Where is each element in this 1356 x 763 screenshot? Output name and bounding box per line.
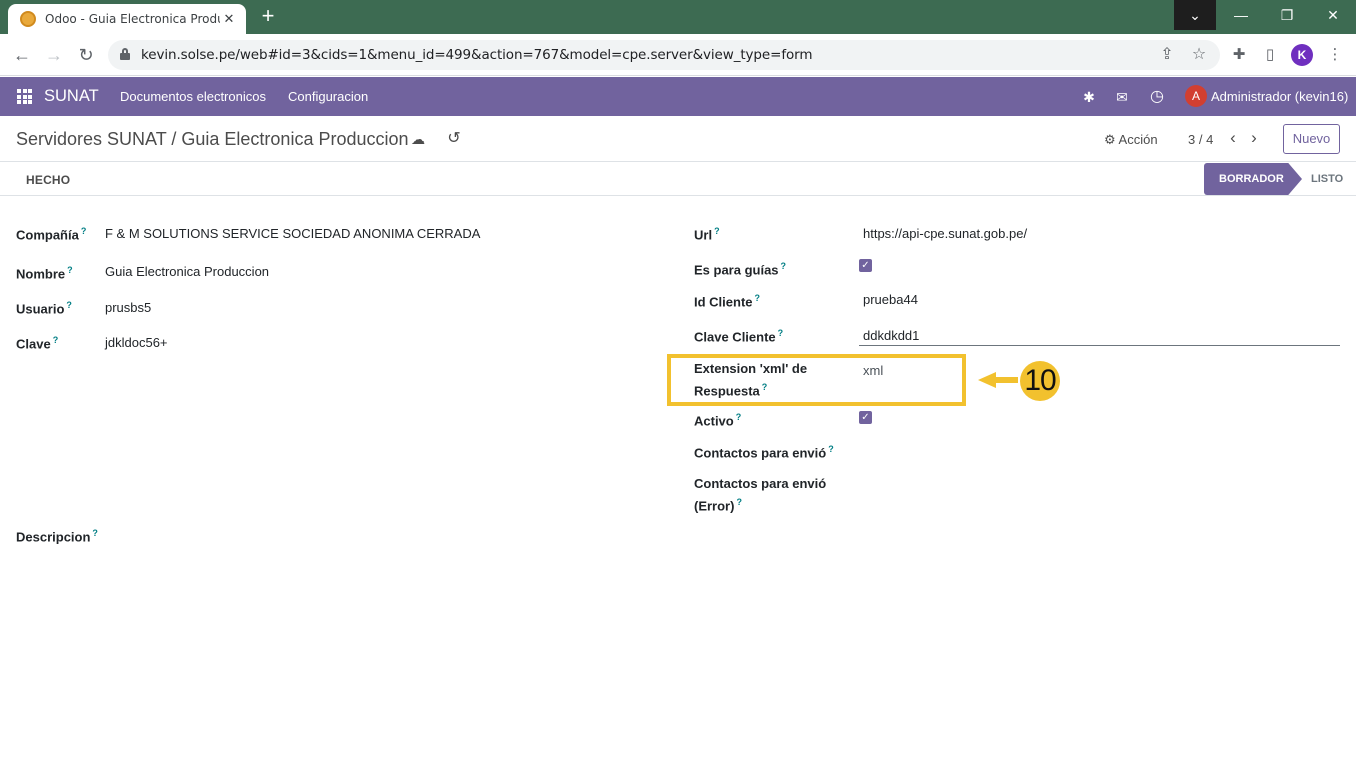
apps-grid-icon[interactable] (17, 89, 32, 104)
odoo-navbar: SUNAT Documentos electronicos Configurac… (0, 77, 1356, 116)
debug-bug-icon[interactable]: ✱ (1079, 87, 1099, 107)
tab-search-chevron-icon[interactable]: ⌄ (1174, 0, 1216, 30)
pager-next-icon[interactable]: › (1246, 128, 1262, 148)
new-tab-button[interactable]: + (256, 5, 280, 29)
help-tooltip-icon[interactable]: ? (778, 328, 784, 338)
browser-menu-icon[interactable]: ⋮ (1324, 44, 1346, 66)
url-label: Url? (694, 226, 720, 243)
extensions-puzzle-icon[interactable]: ✚ (1228, 44, 1250, 66)
name-value[interactable]: Guia Electronica Produccion (105, 264, 269, 279)
back-arrow-icon[interactable]: ← (10, 43, 34, 67)
client-secret-label: Clave Cliente? (694, 328, 784, 345)
side-panel-icon[interactable]: ▯ (1259, 44, 1281, 66)
form-statusbar: HECHO BORRADOR LISTO (0, 162, 1356, 196)
contacts-field[interactable] (863, 440, 1333, 460)
client-secret-input-underline (859, 345, 1340, 346)
highlight-box (667, 354, 966, 406)
help-tooltip-icon[interactable]: ? (92, 528, 98, 538)
client-id-label: Id Cliente? (694, 293, 761, 310)
help-tooltip-icon[interactable]: ? (736, 497, 742, 507)
save-cloud-icon[interactable]: ☁ (409, 130, 427, 148)
profile-avatar[interactable]: K (1291, 44, 1313, 66)
chat-icon[interactable]: ✉ (1112, 87, 1132, 107)
browser-tab[interactable]: Odoo - Guia Electronica Produc ✕ (8, 4, 246, 34)
annotation-arrow-shaft (994, 377, 1018, 383)
help-tooltip-icon[interactable]: ? (781, 261, 787, 271)
restore-window-button[interactable]: ❐ (1264, 0, 1310, 30)
help-tooltip-icon[interactable]: ? (81, 226, 87, 236)
contacts-label: Contactos para envió? (694, 444, 834, 461)
user-label: Usuario? (16, 300, 72, 317)
forward-arrow-icon[interactable]: → (42, 43, 66, 67)
help-tooltip-icon[interactable]: ? (714, 226, 720, 236)
control-panel: Servidores SUNAT / Guia Electronica Prod… (0, 116, 1356, 162)
app-name[interactable]: SUNAT (44, 87, 99, 106)
help-tooltip-icon[interactable]: ? (736, 412, 742, 422)
activity-clock-icon[interactable]: ◷ (1147, 87, 1167, 107)
pager-value[interactable]: 3 / 4 (1188, 132, 1213, 147)
description-label: Descripcion? (16, 528, 98, 545)
minimize-window-button[interactable]: — (1218, 0, 1264, 30)
reload-icon[interactable]: ↻ (74, 43, 98, 67)
menu-documentos-electronicos[interactable]: Documentos electronicos (120, 89, 266, 104)
for-guides-label: Es para guías? (694, 261, 787, 278)
contacts-error-field[interactable] (863, 476, 1333, 496)
url-value[interactable]: https://api-cpe.sunat.gob.pe/ (863, 226, 1027, 241)
company-value[interactable]: F & M SOLUTIONS SERVICE SOCIEDAD ANONIMA… (105, 226, 480, 241)
lock-icon[interactable] (120, 48, 130, 60)
stage-listo[interactable]: LISTO (1311, 173, 1343, 185)
help-tooltip-icon[interactable]: ? (53, 335, 59, 345)
stage-borrador[interactable]: BORRADOR (1204, 163, 1302, 195)
pager-previous-icon[interactable]: ‹ (1225, 128, 1241, 148)
close-tab-icon[interactable]: ✕ (220, 11, 238, 27)
active-checkbox[interactable]: ✓ (859, 411, 872, 424)
tab-title: Odoo - Guia Electronica Produc (45, 12, 220, 26)
breadcrumb[interactable]: Servidores SUNAT / Guia Electronica Prod… (16, 129, 409, 150)
password-label: Clave? (16, 335, 59, 352)
help-tooltip-icon[interactable]: ? (828, 444, 834, 454)
client-secret-input[interactable]: ddkdkdd1 (863, 328, 919, 343)
help-tooltip-icon[interactable]: ? (67, 265, 73, 275)
address-bar[interactable]: kevin.solse.pe/web#id=3&cids=1&menu_id=4… (108, 40, 1220, 70)
browser-tab-strip: Odoo - Guia Electronica Produc ✕ + ⌄ — ❐… (0, 0, 1356, 34)
user-menu[interactable]: Administrador (kevin16) (1211, 89, 1348, 104)
url-text[interactable]: kevin.solse.pe/web#id=3&cids=1&menu_id=4… (141, 47, 813, 63)
odoo-favicon-icon (20, 11, 36, 27)
new-record-button[interactable]: Nuevo (1283, 124, 1340, 154)
browser-toolbar: ← → ↻ kevin.solse.pe/web#id=3&cids=1&men… (0, 34, 1356, 76)
company-label: Compañía? (16, 226, 87, 243)
password-value[interactable]: jdkldoc56+ (105, 335, 168, 350)
user-value[interactable]: prusbs5 (105, 300, 151, 315)
menu-configuracion[interactable]: Configuracion (288, 89, 368, 104)
share-icon[interactable]: ⇪ (1157, 45, 1177, 65)
discard-icon[interactable]: ↺ (445, 130, 463, 148)
user-avatar[interactable]: A (1185, 85, 1207, 107)
client-id-value[interactable]: prueba44 (863, 292, 918, 307)
done-button[interactable]: HECHO (26, 173, 70, 187)
action-menu-button[interactable]: ⚙ Acción (1104, 132, 1158, 148)
active-label: Activo? (694, 412, 742, 429)
step-number-badge: 10 (1020, 361, 1060, 401)
help-tooltip-icon[interactable]: ? (755, 293, 761, 303)
close-window-button[interactable]: ✕ (1310, 0, 1356, 30)
help-tooltip-icon[interactable]: ? (66, 300, 72, 310)
for-guides-checkbox[interactable]: ✓ (859, 259, 872, 272)
contacts-error-label: Contactos para envió (Error)? (694, 476, 827, 514)
name-label: Nombre? (16, 265, 73, 282)
bookmark-star-icon[interactable]: ☆ (1189, 45, 1209, 65)
